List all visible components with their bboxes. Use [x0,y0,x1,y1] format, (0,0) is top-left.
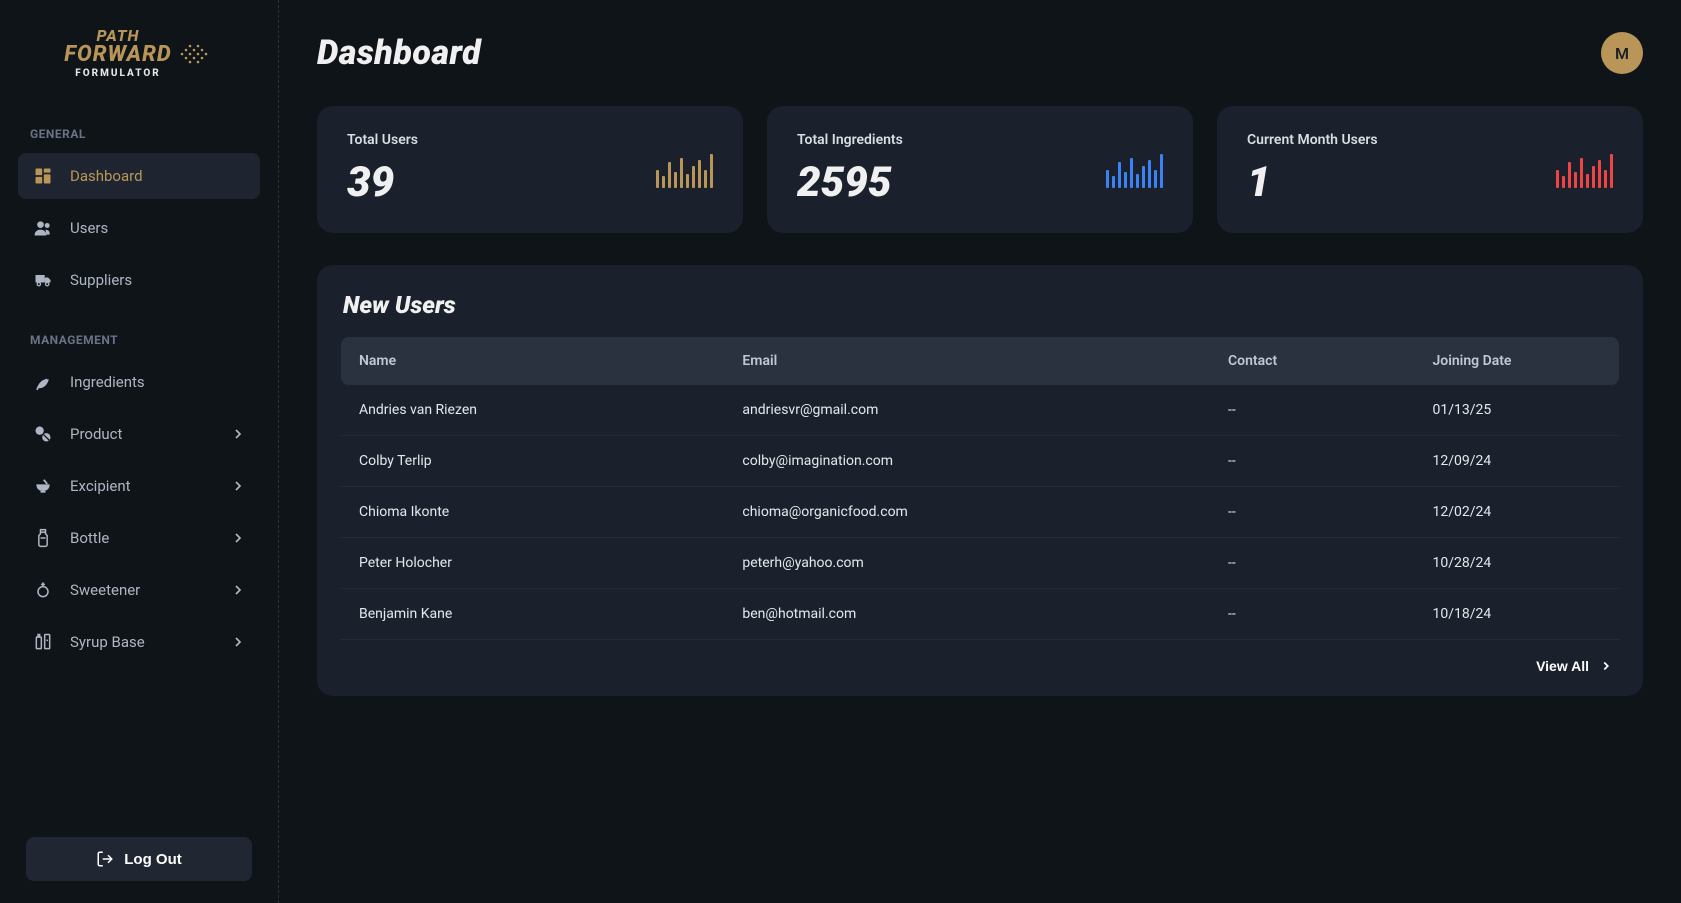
sidebar-item-label: Ingredients [70,373,145,391]
new-users-card: New Users Name Email Contact Joining Dat… [317,265,1643,696]
pills-icon [32,423,54,445]
brand-line2: FORWARD [64,44,171,66]
cell-contact: -- [1210,385,1414,436]
cell-joining: 10/28/24 [1415,538,1620,589]
dashboard-icon [32,165,54,187]
brand-logo: PATH FORWARD FORMULATOR [18,28,260,79]
cell-name: Chioma Ikonte [341,487,724,538]
cell-name: Benjamin Kane [341,589,724,640]
cell-contact: -- [1210,589,1414,640]
cell-contact: -- [1210,436,1414,487]
cell-name: Colby Terlip [341,436,724,487]
sidebar-item-sweetener[interactable]: Sweetener [18,567,260,613]
chevron-right-icon [230,478,246,494]
cell-name: Peter Holocher [341,538,724,589]
stat-value: 2595 [797,158,903,207]
sidebar-item-dashboard[interactable]: Dashboard [18,153,260,199]
stat-value: 1 [1247,158,1378,207]
table-row: Benjamin Kane ben@hotmail.com -- 10/18/2… [341,589,1619,640]
col-name: Name [341,337,724,385]
new-users-table: Name Email Contact Joining Date Andries … [341,337,1619,640]
sidebar-item-suppliers[interactable]: Suppliers [18,257,260,303]
main-content: Dashboard M Total Users 39 Total Ingredi… [279,0,1681,903]
stat-card-total-users: Total Users 39 [317,106,743,233]
sidebar-item-label: Suppliers [70,271,132,289]
logout-button[interactable]: Log Out [26,837,252,881]
stat-card-current-month-users: Current Month Users 1 [1217,106,1643,233]
stats-row: Total Users 39 Total Ingredients 2595 Cu… [317,106,1643,233]
sweetener-icon [32,579,54,601]
sidebar-item-users[interactable]: Users [18,205,260,251]
table-title: New Users [317,291,1643,337]
table-row: Peter Holocher peterh@yahoo.com -- 10/28… [341,538,1619,589]
col-email: Email [724,337,1210,385]
stat-label: Total Ingredients [797,132,903,148]
chevron-right-icon [1599,659,1613,673]
sidebar-item-label: Excipient [70,477,131,495]
users-icon [32,217,54,239]
stat-card-total-ingredients: Total Ingredients 2595 [767,106,1193,233]
chevron-right-icon [230,634,246,650]
chevron-right-icon [230,582,246,598]
cell-joining: 10/18/24 [1415,589,1620,640]
sidebar-item-product[interactable]: Product [18,411,260,457]
view-all-button[interactable]: View All [1536,658,1613,674]
sidebar-item-syrup-base[interactable]: Syrup Base [18,619,260,665]
logout-icon [96,850,114,868]
brand-line3: FORMULATOR [64,68,171,79]
section-label-management: MANAGEMENT [18,333,260,347]
cell-email: ben@hotmail.com [724,589,1210,640]
col-joining: Joining Date [1415,337,1620,385]
bars-icon [656,152,713,188]
cell-contact: -- [1210,487,1414,538]
stat-label: Total Users [347,132,418,148]
section-label-general: GENERAL [18,127,260,141]
cell-joining: 12/09/24 [1415,436,1620,487]
sidebar-item-label: Syrup Base [70,633,145,651]
logout-label: Log Out [124,851,181,868]
chevron-right-icon [230,426,246,442]
leaf-icon [32,371,54,393]
truck-icon [32,269,54,291]
cell-email: colby@imagination.com [724,436,1210,487]
sidebar-item-label: Users [70,219,108,237]
cell-email: chioma@organicfood.com [724,487,1210,538]
sidebar-item-label: Dashboard [70,167,143,185]
sidebar-item-bottle[interactable]: Bottle [18,515,260,561]
cell-email: andriesvr@gmail.com [724,385,1210,436]
sidebar-item-ingredients[interactable]: Ingredients [18,359,260,405]
col-contact: Contact [1210,337,1414,385]
brand-arrow-icon [178,39,214,69]
syrup-icon [32,631,54,653]
cell-joining: 01/13/25 [1415,385,1620,436]
stat-value: 39 [347,158,418,207]
avatar[interactable]: M [1601,32,1643,74]
view-all-label: View All [1536,658,1589,674]
cell-email: peterh@yahoo.com [724,538,1210,589]
cell-contact: -- [1210,538,1414,589]
sidebar-item-excipient[interactable]: Excipient [18,463,260,509]
topbar: Dashboard M [317,32,1643,74]
cell-joining: 12/02/24 [1415,487,1620,538]
bottle-icon [32,527,54,549]
stat-label: Current Month Users [1247,132,1378,148]
sidebar-item-label: Sweetener [70,581,140,599]
bars-icon [1106,152,1163,188]
table-row: Chioma Ikonte chioma@organicfood.com -- … [341,487,1619,538]
sidebar-item-label: Bottle [70,529,109,547]
sidebar-item-label: Product [70,425,122,443]
table-row: Colby Terlip colby@imagination.com -- 12… [341,436,1619,487]
bars-icon [1556,152,1613,188]
page-title: Dashboard [317,33,481,73]
sidebar: PATH FORWARD FORMULATOR GENERAL Dashboar… [0,0,279,903]
table-row: Andries van Riezen andriesvr@gmail.com -… [341,385,1619,436]
cell-name: Andries van Riezen [341,385,724,436]
chevron-right-icon [230,530,246,546]
mortar-icon [32,475,54,497]
